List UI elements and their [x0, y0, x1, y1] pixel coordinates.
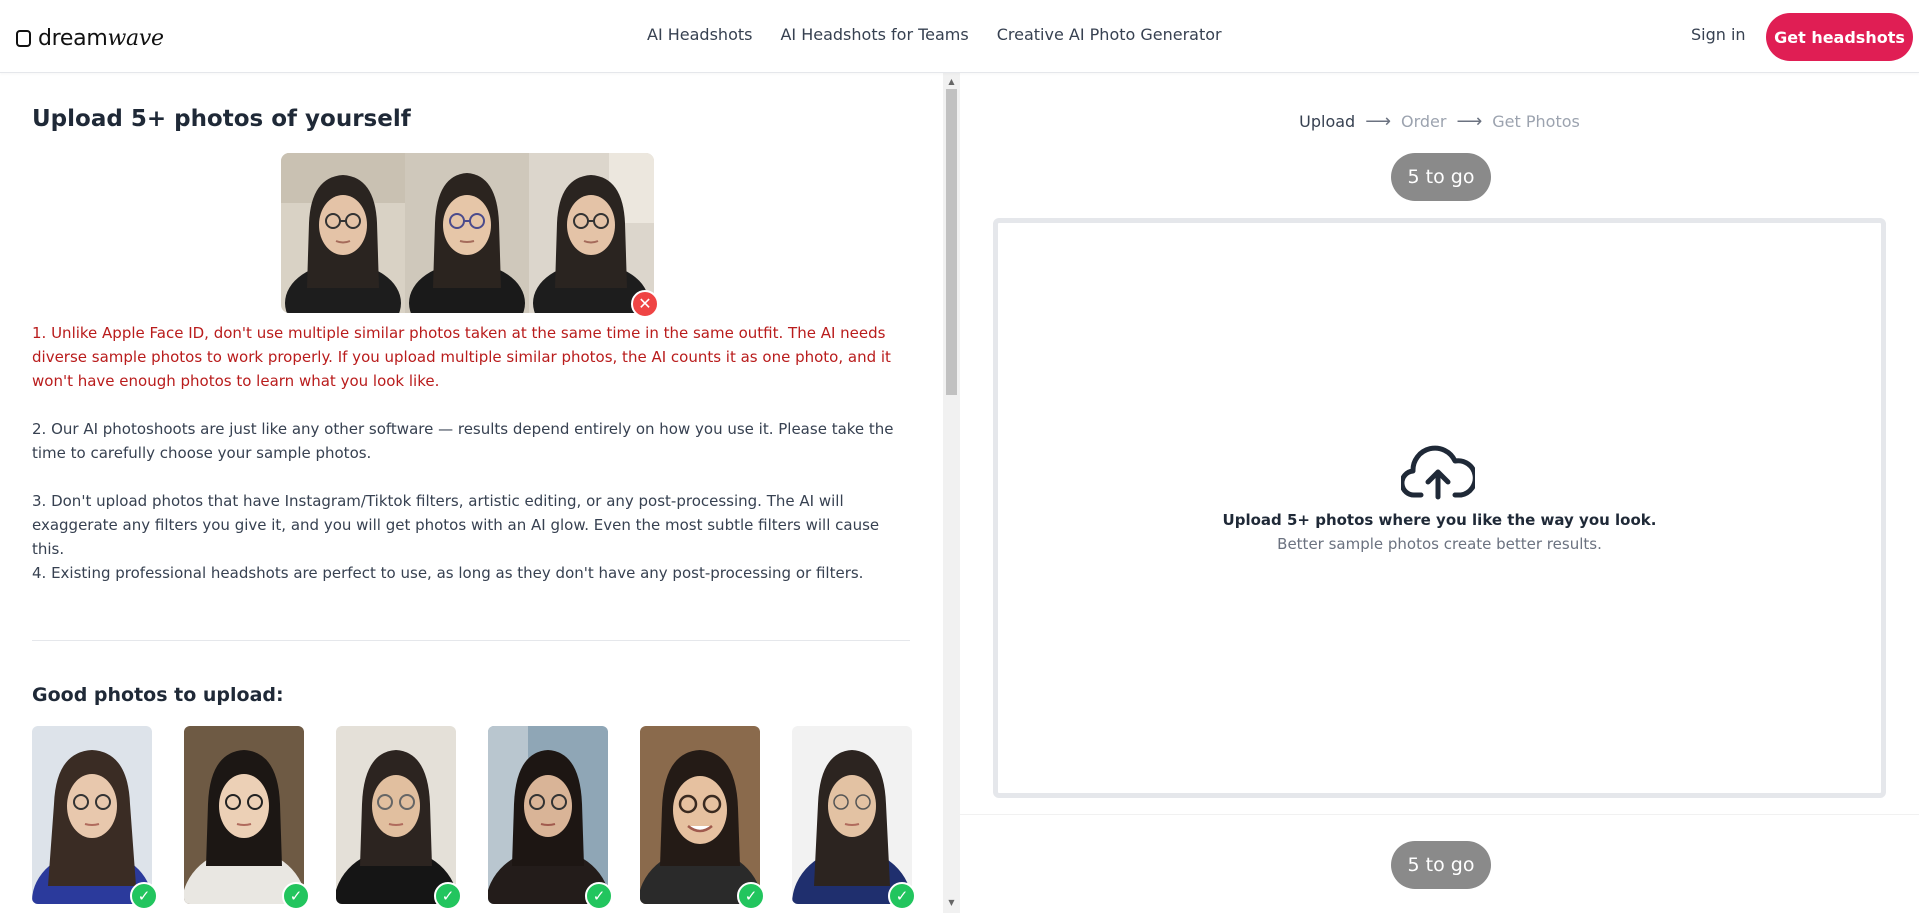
cloud-upload-icon — [1401, 445, 1475, 500]
step-arrow-icon: ⟶ — [1456, 111, 1483, 132]
tip-similar-photos: 1. Unlike Apple Face ID, don't use multi… — [32, 324, 891, 390]
sign-in-link[interactable]: Sign in — [1691, 25, 1746, 44]
remove-x-icon: ✕ — [631, 290, 659, 318]
good-photo-4-check-icon: ✓ — [585, 882, 613, 910]
scroll-down-arrow-icon[interactable]: ▼ — [946, 898, 957, 908]
get-headshots-button[interactable]: Get headshots — [1766, 13, 1913, 61]
nav-ai-headshots[interactable]: AI Headshots — [647, 25, 752, 44]
good-photo-1 — [32, 726, 152, 904]
good-photo-2-check-icon: ✓ — [282, 882, 310, 910]
good-photo-3-check-icon: ✓ — [434, 882, 462, 910]
progress-steps: Upload ⟶ Order ⟶ Get Photos — [960, 111, 1919, 132]
page-title: Upload 5+ photos of yourself — [32, 106, 411, 132]
section-divider — [32, 640, 910, 641]
bad-example-photo-3 — [529, 153, 654, 313]
good-photo-5-check-icon: ✓ — [737, 882, 765, 910]
good-photo-6 — [792, 726, 912, 904]
good-photo-5 — [640, 726, 760, 904]
dreamwave-logo[interactable]: dreamwave — [16, 24, 164, 52]
logo-mark-icon — [16, 29, 31, 47]
step-arrow-icon: ⟶ — [1365, 111, 1391, 132]
scrollbar-thumb[interactable] — [946, 89, 957, 395]
logo-text: dreamwave — [38, 25, 164, 51]
step-get-photos: Get Photos — [1492, 112, 1580, 131]
tip-software: 2. Our AI photoshoots are just like any … — [32, 420, 894, 462]
bottom-status-bar: 5 to go — [960, 814, 1919, 914]
good-photos-heading: Good photos to upload: — [32, 684, 284, 706]
scroll-up-arrow-icon[interactable]: ▲ — [946, 77, 957, 87]
photos-remaining-counter-bottom: 5 to go — [1391, 841, 1491, 889]
bad-example-photo-strip — [281, 153, 654, 313]
photo-dropzone[interactable]: Upload 5+ photos where you like the way … — [993, 218, 1886, 798]
good-photo-2 — [184, 726, 304, 904]
good-photo-6-check-icon: ✓ — [888, 882, 916, 910]
good-photo-1-check-icon: ✓ — [130, 882, 158, 910]
bad-example-photo-2 — [405, 153, 529, 313]
good-photos-row — [32, 726, 912, 904]
tip-filters: 3. Don't upload photos that have Instagr… — [32, 492, 880, 558]
upload-panel: Upload ⟶ Order ⟶ Get Photos 5 to go Uplo… — [960, 73, 1919, 914]
nav-ai-headshots-teams[interactable]: AI Headshots for Teams — [780, 25, 968, 44]
bad-example-photo-1 — [281, 153, 405, 313]
top-nav-bar: dreamwave AI Headshots AI Headshots for … — [0, 0, 1919, 73]
good-photo-3 — [336, 726, 456, 904]
main-nav: AI Headshots AI Headshots for Teams Crea… — [647, 25, 1222, 44]
nav-creative-ai-photo-generator[interactable]: Creative AI Photo Generator — [997, 25, 1222, 44]
instructions-panel: Upload 5+ photos of yourself 1. Unlike A… — [0, 73, 943, 913]
tip-professional-headshots: 4. Existing professional headshots are p… — [32, 564, 864, 582]
dropzone-title: Upload 5+ photos where you like the way … — [1222, 511, 1657, 529]
photos-remaining-counter-top: 5 to go — [1391, 153, 1491, 201]
step-order: Order — [1401, 112, 1447, 131]
good-photo-4 — [488, 726, 608, 904]
dropzone-subtitle: Better sample photos create better resul… — [1277, 535, 1602, 553]
step-upload: Upload — [1299, 112, 1356, 131]
